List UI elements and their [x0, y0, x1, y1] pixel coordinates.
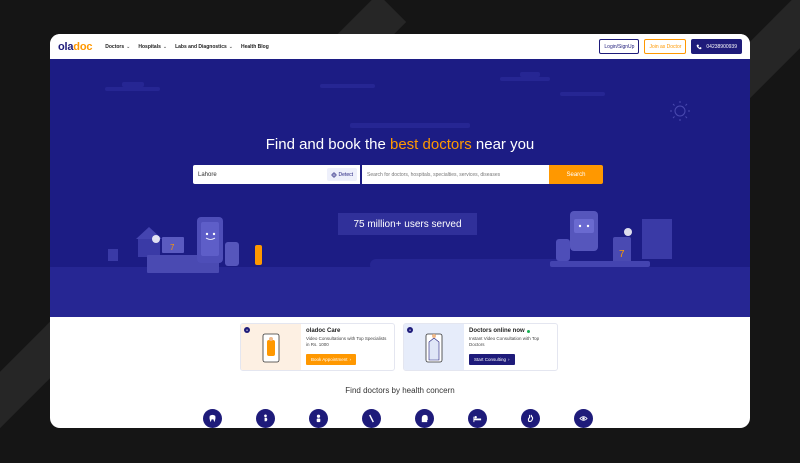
doctor-coat-icon — [425, 333, 443, 363]
cloud-shape — [350, 123, 470, 128]
start-consulting-label: Start Consulting — [474, 357, 507, 363]
right-illustration: 7 — [550, 211, 672, 267]
phone-doctor-icon — [262, 333, 280, 363]
search-input[interactable]: Search for doctors, hospitals, specialti… — [362, 165, 549, 184]
header-actions: Login/SignUp Join as Doctor 04238900939 — [599, 39, 742, 54]
login-signup-button[interactable]: Login/SignUp — [599, 39, 640, 54]
hero-section: 7 7 Find and book the best doctors near … — [50, 59, 750, 317]
monitor-number: 7 — [170, 243, 175, 252]
chevron-right-icon: › — [349, 357, 352, 363]
hero-title-accent: best doctors — [390, 136, 472, 153]
city-input[interactable]: Lahore Detect — [193, 165, 360, 184]
bone-icon[interactable] — [362, 409, 381, 428]
bottle-shape — [255, 245, 262, 265]
nav-labs[interactable]: Labs and Diagnostics ⌄ — [175, 44, 233, 50]
oladoc-logo[interactable]: oladoc — [58, 41, 92, 53]
hero-title-post: near you — [471, 136, 535, 153]
building-shape — [642, 219, 672, 259]
start-consulting-button[interactable]: Start Consulting › — [469, 354, 515, 366]
monitor-number-right: 7 — [619, 249, 625, 260]
stomach-icon[interactable] — [521, 409, 540, 428]
nav-doctors[interactable]: Doctors ⌄ — [105, 44, 130, 50]
cloud-shape — [560, 92, 605, 96]
check-badge-right — [624, 228, 632, 236]
head-icon[interactable] — [415, 409, 434, 428]
chevron-down-icon: ⌄ — [228, 43, 233, 50]
oladoc-care-card[interactable]: ● oladoc Care Video Consultations with T… — [240, 323, 395, 371]
location-target-icon — [330, 171, 337, 178]
card-body: oladoc Care Video Consultations with Top… — [301, 324, 394, 370]
users-served-badge: 75 million+ users served — [338, 213, 477, 235]
hero-illustration: 7 7 — [50, 72, 750, 317]
eye-icon[interactable] — [574, 409, 593, 428]
phone-button[interactable]: 04238900939 — [691, 39, 742, 54]
child-icon[interactable] — [309, 409, 328, 428]
nav-hospitals-label: Hospitals — [138, 43, 161, 50]
book-appointment-label: Book Appointment — [311, 357, 348, 363]
ground-band — [370, 259, 570, 271]
base-shape — [550, 261, 650, 267]
laptop-robot-screen — [574, 219, 594, 233]
mini-robot — [556, 239, 570, 261]
cloud-shape — [122, 82, 144, 87]
card-title: oladoc Care — [306, 328, 341, 334]
phone-icon — [697, 44, 702, 49]
card-text: Video Consultations with Top Specialists… — [306, 336, 387, 348]
left-illustration: 7 — [108, 217, 262, 273]
detect-label: Detect — [338, 171, 353, 178]
search-bar: Lahore Detect Search for doctors, hospit… — [193, 165, 603, 184]
cloud-shape — [520, 72, 540, 77]
browser-frame: oladoc Doctors ⌄ Hospitals ⌄ Labs and Di… — [50, 34, 750, 428]
phone-robot-screen — [201, 222, 219, 256]
health-concern-icons — [203, 409, 593, 428]
tooth-icon[interactable] — [203, 409, 222, 428]
detect-location-button[interactable]: Detect — [326, 168, 357, 181]
hero-title-pre: Find and book the — [265, 136, 390, 153]
chevron-down-icon: ⌄ — [162, 43, 168, 50]
hero-title: Find and book the best doctors near you — [50, 136, 750, 153]
card-body: Doctors online now Instant Video Consult… — [464, 324, 557, 370]
doctors-online-card[interactable]: ● Doctors online now Instant Video Consu… — [403, 323, 558, 371]
check-badge — [152, 235, 160, 243]
chevron-right-icon: › — [508, 357, 510, 363]
nav-labs-label: Labs and Diagnostics — [175, 43, 227, 50]
card-title: Doctors online now — [469, 328, 552, 334]
stack-shape — [108, 249, 118, 261]
ground-band — [50, 267, 750, 317]
search-placeholder: Search for doctors, hospitals, specialti… — [367, 171, 501, 178]
card-image: ● — [404, 324, 464, 370]
book-appointment-button[interactable]: Book Appointment › — [306, 354, 357, 366]
top-navigation: oladoc Doctors ⌄ Hospitals ⌄ Labs and Di… — [50, 34, 750, 59]
pregnancy-icon[interactable] — [256, 409, 275, 428]
cloud-shape — [320, 84, 375, 88]
join-as-doctor-button[interactable]: Join as Doctor — [644, 39, 687, 54]
phone-number: 04238900939 — [706, 43, 737, 50]
service-cards: ● oladoc Care Video Consultations with T… — [240, 323, 558, 371]
health-concern-heading: Find doctors by health concern — [345, 386, 455, 395]
nav-health-blog[interactable]: Health Blog — [241, 44, 269, 50]
chevron-down-icon: ⌄ — [126, 43, 131, 50]
card-title-text: Doctors online now — [469, 328, 525, 334]
main-nav: Doctors ⌄ Hospitals ⌄ Labs and Diagnosti… — [105, 44, 269, 50]
nav-hospitals[interactable]: Hospitals ⌄ — [138, 44, 167, 50]
bed-icon[interactable] — [468, 409, 487, 428]
cloud-shape — [105, 87, 160, 91]
small-robot — [225, 242, 239, 266]
cloud-shape — [500, 77, 550, 81]
sun-icon — [670, 101, 690, 121]
card-text: Instant Video Consultation with Top Doct… — [469, 336, 540, 348]
card-image: ● — [241, 324, 301, 370]
nav-doctors-label: Doctors — [105, 43, 125, 50]
city-value: Lahore — [198, 171, 217, 178]
search-button[interactable]: Search — [549, 165, 603, 184]
nav-health-blog-label: Health Blog — [240, 43, 269, 50]
online-status-icon — [526, 329, 530, 333]
